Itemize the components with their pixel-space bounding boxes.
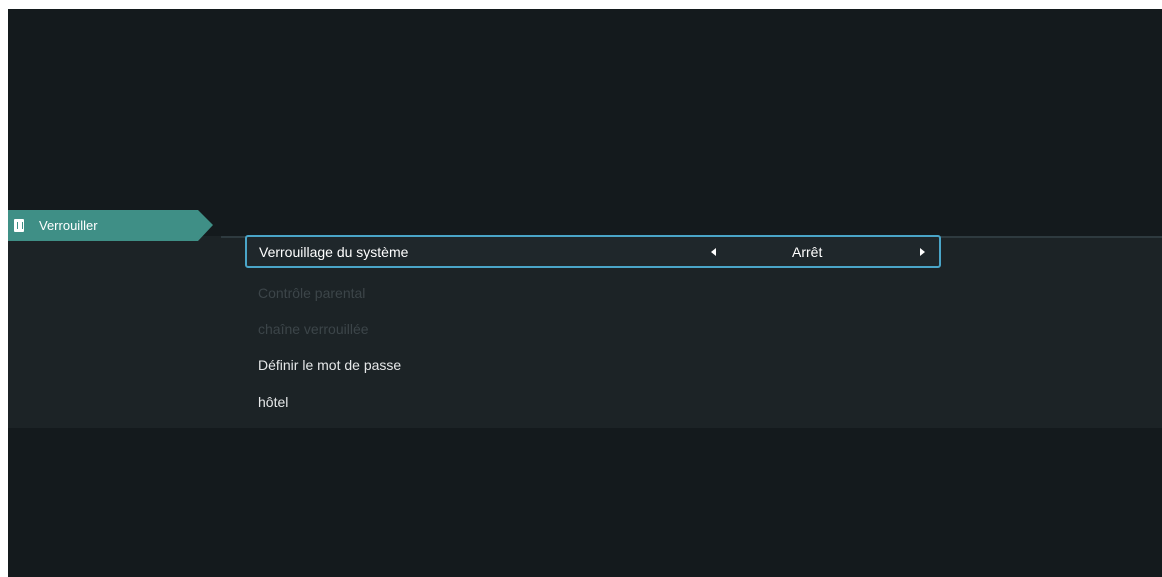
tv-settings-screen: Verrouiller Verrouillage du système Arrê…	[8, 9, 1162, 577]
system-lock-label: Verrouillage du système	[259, 244, 409, 260]
menu-item-system-lock[interactable]: Verrouillage du système Arrêt	[245, 235, 941, 268]
system-lock-value: Arrêt	[792, 244, 823, 260]
menu-item-set-password[interactable]: Définir le mot de passe	[258, 357, 401, 373]
lock-icon	[14, 219, 24, 232]
chevron-left-icon[interactable]	[711, 248, 716, 256]
category-tab-verrouiller[interactable]: Verrouiller	[8, 210, 213, 241]
menu-item-hotel[interactable]: hôtel	[258, 394, 288, 410]
menu-item-parental-control: Contrôle parental	[258, 285, 366, 301]
chevron-right-icon[interactable]	[920, 248, 925, 256]
menu-item-channel-lock: chaîne verrouillée	[258, 321, 369, 337]
category-label: Verrouiller	[39, 218, 98, 233]
